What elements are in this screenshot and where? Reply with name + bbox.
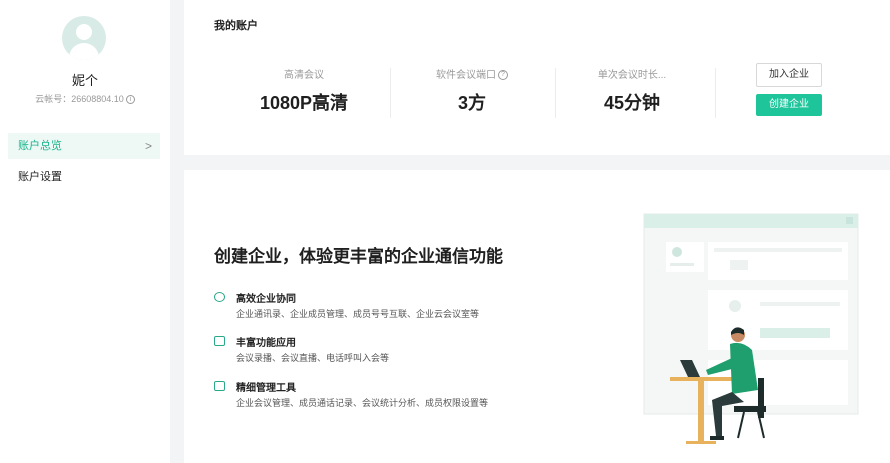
feature-name: 丰富功能应用 (236, 338, 296, 349)
divider (715, 68, 716, 118)
info-icon[interactable]: i (125, 95, 135, 105)
office-illustration (643, 213, 859, 444)
stat-label: 高清会议 (284, 70, 324, 81)
sidebar-item-settings[interactable]: 账户设置 (8, 164, 160, 190)
feature-name: 高效企业协同 (236, 294, 296, 305)
feature-desc: 企业会议管理、成员通话记录、会议统计分析、成员权限设置等 (236, 398, 489, 408)
avatar[interactable] (62, 16, 106, 60)
promo-title: 创建企业，体验更丰富的企业通信功能 (214, 247, 503, 266)
help-icon[interactable]: ? (498, 70, 508, 81)
sidebar: 妮个 云帐号：26608804.10 i 账户总览 > 账户设置 (0, 0, 170, 463)
stat-value: 45分钟 (603, 93, 661, 113)
stat-ports: 软件会议端口? 3方 (397, 66, 547, 115)
stat-value: 1080P高清 (259, 93, 349, 113)
feature-name: 精细管理工具 (236, 383, 296, 394)
cloud-id-text: 云帐号：26608804.10 (35, 94, 124, 104)
apps-icon (214, 336, 225, 346)
collab-icon (214, 292, 225, 302)
sidebar-item-label: 账户总览 (18, 140, 62, 152)
stat-label: 单次会议时长... (597, 70, 667, 81)
create-enterprise-button[interactable]: 创建企业 (756, 94, 822, 116)
promo-card: 创建企业，体验更丰富的企业通信功能 高效企业协同 企业通讯录、企业成员管理、成员… (184, 170, 890, 463)
tools-icon (214, 381, 225, 391)
account-card: 我的账户 高清会议 1080P高清 软件会议端口? 3方 单次会议时长... 4… (184, 0, 890, 155)
stat-hd: 高清会议 1080P高清 (229, 66, 379, 115)
avatar-body (69, 43, 99, 60)
username: 妮个 (71, 73, 98, 88)
stat-duration: 单次会议时长... 45分钟 (557, 66, 707, 115)
divider (555, 68, 556, 118)
feature-desc: 企业通讯录、企业成员管理、成员号号互联、企业云会议室等 (236, 309, 480, 319)
feature-desc: 会议录播、会议直播、电话呼叫入会等 (236, 353, 390, 363)
stat-value: 3方 (457, 93, 486, 113)
divider (390, 68, 391, 118)
account-title: 我的账户 (214, 20, 258, 32)
stat-label: 软件会议端口? (397, 66, 547, 81)
join-enterprise-button[interactable]: 加入企业 (756, 63, 822, 87)
avatar-head (76, 24, 92, 40)
sidebar-item-overview[interactable]: 账户总览 > (8, 133, 160, 159)
sidebar-item-label: 账户设置 (18, 171, 62, 183)
chevron-right-icon: > (144, 139, 152, 153)
cloud-id: 云帐号：26608804.10 i (0, 92, 170, 105)
